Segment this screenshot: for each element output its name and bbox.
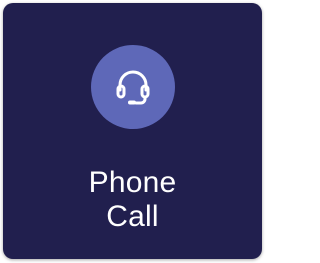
icon-badge [91,45,175,129]
headset-icon [116,70,150,105]
phone-call-tile[interactable]: Phone Call [3,3,262,259]
tile-label-line2: Call [106,200,159,233]
tile-label-line1: Phone [88,166,177,199]
